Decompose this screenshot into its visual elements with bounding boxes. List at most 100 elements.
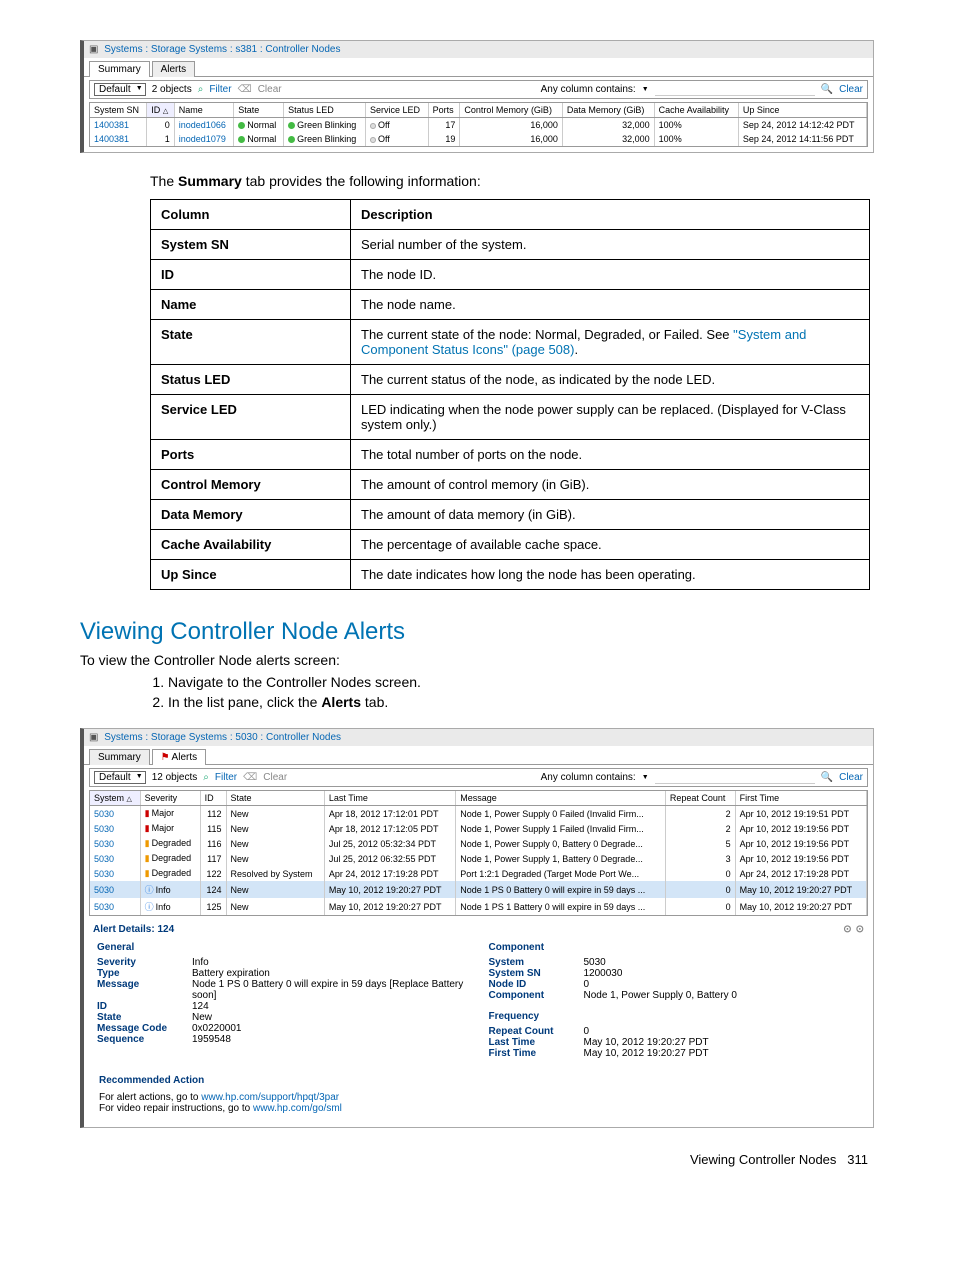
tab-summary[interactable]: Summary [89, 749, 150, 765]
window-title-text: Systems : Storage Systems : 5030 : Contr… [104, 732, 341, 743]
tab-bar: Summary ⚑Alerts [84, 746, 873, 765]
filter-icon[interactable]: ⌕ [198, 84, 204, 95]
clear-icon[interactable]: ⌫ [238, 84, 252, 95]
column-header[interactable]: Last Time [324, 791, 455, 806]
tab-alerts[interactable]: ⚑Alerts [152, 749, 207, 765]
collapse-down-icon[interactable]: ⊙ [856, 924, 864, 935]
clear-search-link[interactable]: Clear [839, 84, 863, 95]
details-general-col: General SeverityInfoTypeBattery expirati… [97, 938, 469, 1059]
info-row: PortsThe total number of ports on the no… [151, 440, 870, 470]
info-header-description: Description [351, 200, 870, 230]
info-row: Status LEDThe current status of the node… [151, 365, 870, 395]
column-header[interactable]: Cache Availability [654, 103, 738, 118]
column-header[interactable]: Repeat Count [665, 791, 735, 806]
column-header[interactable]: State [234, 103, 284, 118]
search-input[interactable] [655, 84, 815, 96]
column-header[interactable]: Message [456, 791, 666, 806]
filter-selector[interactable]: Default [94, 771, 146, 784]
column-header[interactable]: State [226, 791, 324, 806]
details-component-col: Component System5030System SN1200030Node… [489, 938, 861, 1059]
object-count: 2 objects [152, 84, 192, 95]
frequency-heading: Frequency [489, 1011, 861, 1022]
info-row: NameThe node name. [151, 290, 870, 320]
filter-link[interactable]: Filter [215, 772, 237, 783]
detail-row: ComponentNode 1, Power Supply 0, Battery… [489, 990, 861, 1001]
table-row[interactable]: 5030Degraded122Resolved by SystemApr 24,… [90, 866, 867, 881]
detail-row: StateNew [97, 1012, 469, 1023]
rec-line-1: For alert actions, go to www.hp.com/supp… [99, 1092, 858, 1103]
clear-link-disabled: Clear [263, 772, 287, 783]
column-header[interactable]: Service LED [365, 103, 428, 118]
detail-row: Last TimeMay 10, 2012 19:20:27 PDT [489, 1037, 861, 1048]
search-input[interactable] [655, 772, 815, 784]
filter-icon[interactable]: ⌕ [203, 772, 209, 783]
detail-row: TypeBattery expiration [97, 968, 469, 979]
column-header[interactable]: Ports [428, 103, 460, 118]
search-dropdown-icon[interactable]: ▼ [642, 86, 649, 93]
rec-link-2[interactable]: www.hp.com/go/sml [253, 1103, 342, 1114]
section-intro: To view the Controller Node alerts scree… [80, 652, 874, 668]
nodes-grid: System SNID △NameStateStatus LEDService … [89, 102, 868, 147]
table-row[interactable]: 14003811inoded1079NormalGreen BlinkingOf… [90, 132, 867, 146]
search-label: Any column contains: [541, 84, 636, 95]
component-heading: Component [489, 942, 861, 953]
search-label: Any column contains: [541, 772, 636, 783]
grid-header-row: System SNID △NameStateStatus LEDService … [90, 103, 867, 118]
info-row: System SNSerial number of the system. [151, 230, 870, 260]
grid-toolbar: Default 12 objects ⌕ Filter ⌫ Clear Any … [89, 768, 868, 787]
info-row: Cache AvailabilityThe percentage of avai… [151, 530, 870, 560]
collapse-up-icon[interactable]: ⊙ [843, 924, 851, 935]
alerts-grid: System △SeverityIDStateLast TimeMessageR… [89, 790, 868, 916]
search-icon[interactable]: 🔍 [821, 84, 833, 95]
column-header[interactable]: Up Since [738, 103, 866, 118]
search-icon[interactable]: 🔍 [821, 772, 833, 783]
detail-row: Sequence1959548 [97, 1034, 469, 1045]
table-row[interactable]: 5030Info124NewMay 10, 2012 19:20:27 PDTN… [90, 881, 867, 898]
filter-selector[interactable]: Default [94, 83, 146, 96]
rec-link-1[interactable]: www.hp.com/support/hpqt/3par [201, 1092, 339, 1103]
column-header[interactable]: Control Memory (GiB) [460, 103, 562, 118]
clear-search-link[interactable]: Clear [839, 772, 863, 783]
info-row: IDThe node ID. [151, 260, 870, 290]
detail-row: ID124 [97, 1001, 469, 1012]
info-row: Up SinceThe date indicates how long the … [151, 560, 870, 590]
steps-list: Navigate to the Controller Nodes screen.… [168, 674, 874, 710]
nodes-alerts-screenshot: ▣ Systems : Storage Systems : 5030 : Con… [80, 728, 874, 1128]
window-title: ▣ Systems : Storage Systems : 5030 : Con… [84, 729, 873, 746]
column-header[interactable]: Severity [140, 791, 200, 806]
info-row: Service LEDLED indicating when the node … [151, 395, 870, 440]
search-dropdown-icon[interactable]: ▼ [642, 774, 649, 781]
column-header[interactable]: First Time [735, 791, 866, 806]
table-row[interactable]: 5030Major115NewApr 18, 2012 17:12:05 PDT… [90, 821, 867, 836]
column-header[interactable]: Data Memory (GiB) [562, 103, 654, 118]
table-row[interactable]: 5030Degraded117NewJul 25, 2012 06:32:55 … [90, 851, 867, 866]
detail-row: Repeat Count0 [489, 1026, 861, 1037]
rec-line-2: For video repair instructions, go to www… [99, 1103, 858, 1114]
table-row[interactable]: 5030Info125NewMay 10, 2012 19:20:27 PDTN… [90, 898, 867, 915]
summary-intro-text: The Summary tab provides the following i… [150, 173, 874, 189]
column-header[interactable]: Status LED [284, 103, 366, 118]
step-1: Navigate to the Controller Nodes screen. [168, 674, 874, 690]
clear-icon[interactable]: ⌫ [243, 772, 257, 783]
detail-row: SeverityInfo [97, 957, 469, 968]
column-header[interactable]: ID [200, 791, 226, 806]
table-row[interactable]: 14003810inoded1066NormalGreen BlinkingOf… [90, 118, 867, 133]
section-heading: Viewing Controller Node Alerts [80, 618, 874, 646]
tab-summary[interactable]: Summary [89, 61, 150, 77]
tab-alerts[interactable]: Alerts [152, 61, 196, 77]
column-header[interactable]: ID △ [147, 103, 174, 118]
general-heading: General [97, 942, 469, 953]
column-header[interactable]: Name [174, 103, 234, 118]
recommended-action: Recommended Action For alert actions, go… [89, 1065, 868, 1122]
detail-row: Message Code0x0220001 [97, 1023, 469, 1034]
column-description-table: Column Description System SNSerial numbe… [150, 199, 870, 590]
info-row: Data MemoryThe amount of data memory (in… [151, 500, 870, 530]
column-header[interactable]: System △ [90, 791, 140, 806]
step-2: In the list pane, click the Alerts tab. [168, 694, 874, 710]
column-header[interactable]: System SN [90, 103, 147, 118]
table-row[interactable]: 5030Degraded116NewJul 25, 2012 05:32:34 … [90, 836, 867, 851]
detail-row: Node ID0 [489, 979, 861, 990]
table-row[interactable]: 5030Major112NewApr 18, 2012 17:12:01 PDT… [90, 806, 867, 822]
filter-link[interactable]: Filter [209, 84, 231, 95]
clear-link-disabled: Clear [258, 84, 282, 95]
